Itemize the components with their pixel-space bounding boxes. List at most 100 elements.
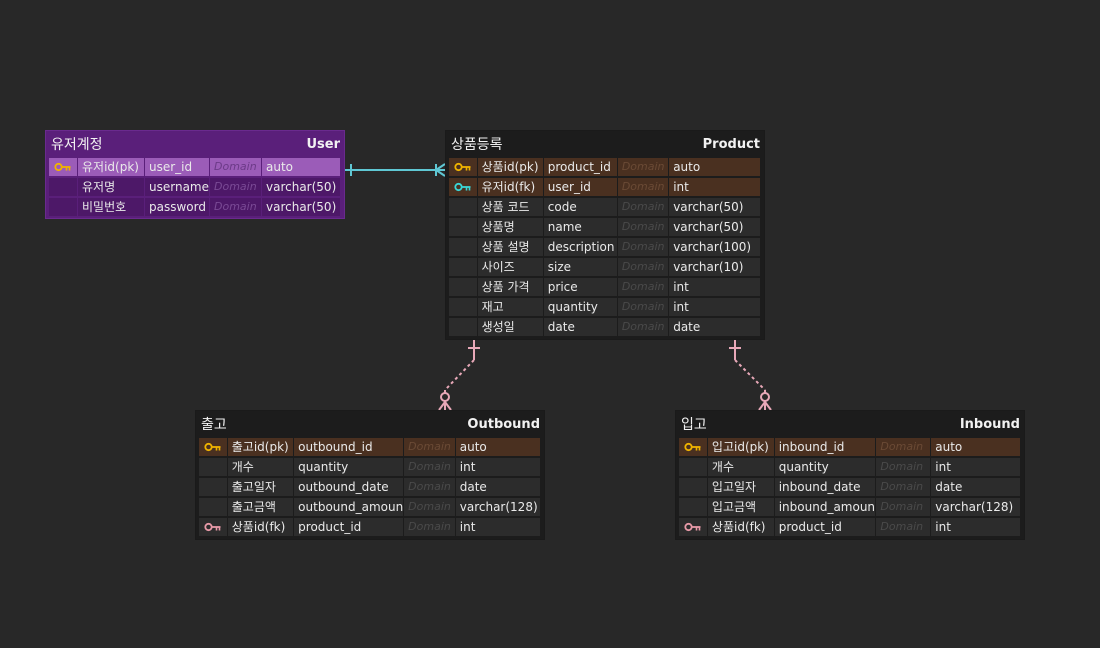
- column-physical-name: outbound_amount: [294, 498, 404, 516]
- column-row[interactable]: 사이즈 size Domain varchar(10): [449, 257, 761, 277]
- column-icon-cell: [449, 278, 477, 296]
- column-row[interactable]: 입고id(pk) inbound_id Domain auto: [679, 437, 1021, 457]
- column-logical-name: 상품 가격: [477, 278, 543, 296]
- column-row[interactable]: 입고일자 inbound_date Domain date: [679, 477, 1021, 497]
- table-physical-name: Inbound: [959, 416, 1020, 432]
- column-domain: Domain: [617, 298, 669, 316]
- column-logical-name: 상품id(fk): [707, 518, 774, 536]
- column-data-type: date: [455, 478, 540, 496]
- column-row[interactable]: 출고금액 outbound_amount Domain varchar(128): [199, 497, 541, 517]
- column-row[interactable]: 개수 quantity Domain int: [679, 457, 1021, 477]
- table-logical-name: 입고: [681, 417, 707, 433]
- column-row[interactable]: 입고금액 inbound_amount Domain varchar(128): [679, 497, 1021, 517]
- column-row[interactable]: 상품id(fk) product_id Domain int: [199, 517, 541, 537]
- column-domain: Domain: [876, 498, 931, 516]
- column-physical-name: outbound_id: [294, 438, 404, 456]
- column-icon-cell: [449, 198, 477, 216]
- column-physical-name: quantity: [294, 458, 404, 476]
- primary-key-icon: [199, 438, 227, 456]
- column-row[interactable]: 비밀번호 password Domain varchar(50): [49, 197, 341, 217]
- column-domain: Domain: [404, 518, 455, 536]
- column-icon-cell: [199, 498, 227, 516]
- column-data-type: varchar(128): [931, 498, 1020, 516]
- column-domain: Domain: [617, 258, 669, 276]
- column-row[interactable]: 유저id(pk) user_id Domain auto: [49, 157, 341, 177]
- column-domain: Domain: [876, 478, 931, 496]
- relation-user-product[interactable]: [345, 163, 446, 177]
- column-logical-name: 상품id(pk): [477, 158, 543, 176]
- column-logical-name: 입고금액: [707, 498, 774, 516]
- column-list: 상품id(pk) product_id Domain auto 유저id(fk) user…: [446, 157, 764, 340]
- foreign-key-icon: [679, 518, 707, 536]
- column-physical-name: quantity: [774, 458, 876, 476]
- table-header[interactable]: 상품등록 Product: [446, 131, 764, 157]
- column-domain: Domain: [876, 458, 931, 476]
- column-data-type: int: [455, 458, 540, 476]
- column-physical-name: user_id: [543, 178, 617, 196]
- column-logical-name: 재고: [477, 298, 543, 316]
- column-physical-name: outbound_date: [294, 478, 404, 496]
- column-row[interactable]: 개수 quantity Domain int: [199, 457, 541, 477]
- table-outbound[interactable]: 출고 Outbound 출고id(pk) outbound_id Domain aut…: [195, 410, 545, 540]
- column-row[interactable]: 상품명 name Domain varchar(50): [449, 217, 761, 237]
- primary-key-icon: [449, 158, 477, 176]
- table-product[interactable]: 상품등록 Product 상품id(pk) product_id Domain aut…: [445, 130, 765, 340]
- table-physical-name: User: [306, 136, 340, 152]
- column-row[interactable]: 출고일자 outbound_date Domain date: [199, 477, 541, 497]
- relation-product-outbound[interactable]: [438, 340, 480, 411]
- column-physical-name: quantity: [543, 298, 617, 316]
- column-data-type: date: [669, 318, 760, 336]
- column-domain: Domain: [617, 278, 669, 296]
- column-icon-cell: [449, 218, 477, 236]
- column-physical-name: password: [145, 198, 209, 216]
- table-header[interactable]: 유저계정 User: [46, 131, 344, 157]
- column-logical-name: 사이즈: [477, 258, 543, 276]
- table-inbound[interactable]: 입고 Inbound 입고id(pk) inbound_id Domain auto 개…: [675, 410, 1025, 540]
- table-logical-name: 출고: [201, 417, 227, 433]
- column-physical-name: username: [145, 178, 209, 196]
- column-data-type: varchar(50): [262, 198, 340, 216]
- column-row[interactable]: 생성일 date Domain date: [449, 317, 761, 337]
- column-list: 출고id(pk) outbound_id Domain auto 개수 quantity D…: [196, 437, 544, 540]
- foreign-key-icon: [199, 518, 227, 536]
- relation-product-inbound[interactable]: [729, 340, 772, 411]
- column-icon-cell: [49, 178, 77, 196]
- column-physical-name: inbound_id: [774, 438, 876, 456]
- column-row[interactable]: 상품id(fk) product_id Domain int: [679, 517, 1021, 537]
- column-physical-name: inbound_amount: [774, 498, 876, 516]
- table-header[interactable]: 입고 Inbound: [676, 411, 1024, 437]
- column-icon-cell: [199, 478, 227, 496]
- column-data-type: auto: [931, 438, 1020, 456]
- column-icon-cell: [449, 298, 477, 316]
- column-physical-name: price: [543, 278, 617, 296]
- table-physical-name: Product: [702, 136, 760, 152]
- column-row[interactable]: 재고 quantity Domain int: [449, 297, 761, 317]
- column-row[interactable]: 상품 설명 description Domain varchar(100): [449, 237, 761, 257]
- column-domain: Domain: [210, 178, 261, 196]
- column-row[interactable]: 상품 가격 price Domain int: [449, 277, 761, 297]
- column-icon-cell: [49, 198, 77, 216]
- column-domain: Domain: [876, 438, 931, 456]
- column-logical-name: 생성일: [477, 318, 543, 336]
- column-logical-name: 비밀번호: [78, 198, 144, 216]
- column-domain: Domain: [404, 438, 455, 456]
- column-domain: Domain: [617, 178, 669, 196]
- column-data-type: varchar(128): [455, 498, 540, 516]
- column-row[interactable]: 유저id(fk) user_id Domain int: [449, 177, 761, 197]
- column-physical-name: product_id: [774, 518, 876, 536]
- column-domain: Domain: [404, 498, 455, 516]
- table-header[interactable]: 출고 Outbound: [196, 411, 544, 437]
- column-logical-name: 출고id(pk): [227, 438, 294, 456]
- table-user[interactable]: 유저계정 User 유저id(pk) user_id Domain auto 유저명 us…: [45, 130, 345, 219]
- column-logical-name: 유저id(pk): [78, 158, 144, 176]
- column-row[interactable]: 유저명 username Domain varchar(50): [49, 177, 341, 197]
- column-row[interactable]: 출고id(pk) outbound_id Domain auto: [199, 437, 541, 457]
- column-logical-name: 개수: [707, 458, 774, 476]
- column-list: 입고id(pk) inbound_id Domain auto 개수 quantity Do…: [676, 437, 1024, 540]
- column-data-type: varchar(100): [669, 238, 760, 256]
- column-data-type: int: [669, 278, 760, 296]
- column-data-type: int: [931, 518, 1020, 536]
- column-row[interactable]: 상품id(pk) product_id Domain auto: [449, 157, 761, 177]
- column-domain: Domain: [617, 238, 669, 256]
- column-row[interactable]: 상품 코드 code Domain varchar(50): [449, 197, 761, 217]
